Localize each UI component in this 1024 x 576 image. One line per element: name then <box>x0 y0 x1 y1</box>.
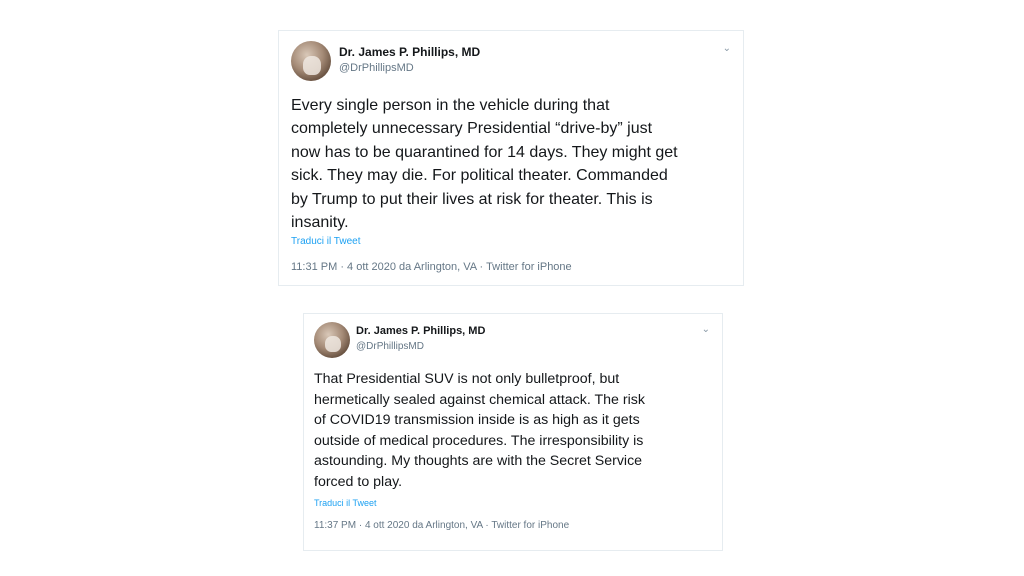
author-handle[interactable]: @DrPhillipsMD <box>339 62 414 74</box>
tweet-text: That Presidential SUV is not only bullet… <box>314 371 645 490</box>
tweet-card-1[interactable]: Dr. James P. Phillips, MD @DrPhillipsMD … <box>278 30 744 286</box>
tweet-text: Every single person in the vehicle durin… <box>291 97 678 232</box>
translate-tweet-link[interactable]: Traduci il Tweet <box>314 498 377 508</box>
avatar[interactable] <box>314 322 350 358</box>
author-name[interactable]: Dr. James P. Phillips, MD <box>356 325 485 337</box>
tweet-timestamp[interactable]: 11:37 PM · 4 ott 2020 da Arlington, VA ·… <box>314 520 569 531</box>
translate-tweet-link[interactable]: Traduci il Tweet <box>291 236 360 247</box>
tweet-card-2[interactable]: Dr. James P. Phillips, MD @DrPhillipsMD … <box>303 313 723 551</box>
tweet-timestamp[interactable]: 11:31 PM · 4 ott 2020 da Arlington, VA ·… <box>291 261 572 273</box>
author-handle[interactable]: @DrPhillipsMD <box>356 341 424 352</box>
chevron-down-icon[interactable]: ⌄ <box>702 324 710 335</box>
chevron-down-icon[interactable]: ⌄ <box>723 43 731 54</box>
author-name[interactable]: Dr. James P. Phillips, MD <box>339 45 480 59</box>
avatar[interactable] <box>291 41 331 81</box>
